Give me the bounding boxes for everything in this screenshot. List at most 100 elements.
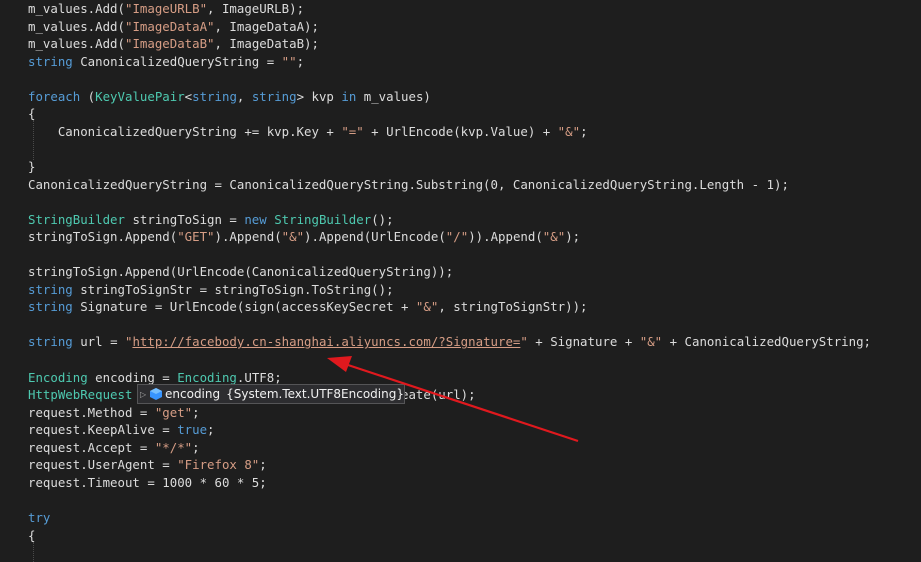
code-line[interactable]: CanonicalizedQueryString += kvp.Key + "=… xyxy=(28,123,588,141)
code-token: "/" xyxy=(445,229,469,245)
code-line[interactable]: stringToSign.Append("GET").Append("&").A… xyxy=(28,228,580,246)
code-token: CanonicalizedQueryString += kvp.Key + xyxy=(28,123,342,139)
code-token: "=" xyxy=(341,123,364,139)
code-token: { xyxy=(28,527,36,543)
code-token: "GET" xyxy=(177,229,215,245)
code-token: "ImageDataB" xyxy=(124,36,215,52)
code-token: "" xyxy=(281,53,297,69)
code-token: } xyxy=(28,158,36,174)
code-token: .UTF8; xyxy=(236,369,282,385)
code-line[interactable]: request.KeepAlive = true; xyxy=(28,421,215,439)
code-line[interactable]: { xyxy=(28,527,35,545)
code-token: request.Method = xyxy=(28,404,155,420)
code-token: > kvp xyxy=(296,88,342,104)
code-line[interactable]: m_values.Add("ImageURLB", ImageURLB); xyxy=(28,0,304,18)
code-token: m_values.Add( xyxy=(28,1,125,16)
code-token: Signature = UrlEncode(sign(accessKeySecr… xyxy=(72,299,416,315)
code-token: + CanonicalizedQueryString; xyxy=(662,334,872,350)
code-token: "&" xyxy=(557,123,581,139)
code-token: encoding = xyxy=(87,369,178,385)
indent-guide-try xyxy=(33,542,34,562)
code-token: url = xyxy=(72,334,125,350)
code-line[interactable]: } xyxy=(28,158,35,176)
code-token: ( xyxy=(80,88,96,104)
datatip-label: encoding xyxy=(165,387,221,401)
code-token: string xyxy=(28,281,73,297)
datatip-encoding[interactable]: ▷ encoding {System.Text.UTF8Encoding} xyxy=(137,384,405,404)
code-line[interactable]: m_values.Add("ImageDataA", ImageDataA); xyxy=(28,18,319,36)
code-token: "&" xyxy=(639,334,663,350)
code-line[interactable]: string stringToSignStr = stringToSign.To… xyxy=(28,281,394,299)
code-line[interactable]: try xyxy=(28,509,50,527)
code-line[interactable]: stringToSign.Append(UrlEncode(Canonicali… xyxy=(28,263,453,281)
code-editor[interactable]: m_values.Add("ImageURLB", ImageURLB); m_v… xyxy=(0,0,921,562)
code-token[interactable]: http://facebody.cn-shanghai.aliyuncs.com… xyxy=(132,334,520,349)
code-token: CanonicalizedQueryString = Canonicalized… xyxy=(28,176,789,192)
code-token: CanonicalizedQueryString = xyxy=(72,53,282,69)
code-token: , stringToSignStr)); xyxy=(438,299,588,315)
code-token: ).Append(UrlEncode( xyxy=(304,229,446,245)
code-token: HttpWebRequest xyxy=(28,387,133,403)
code-token: "ImageURLB" xyxy=(124,1,208,16)
code-token: ; xyxy=(296,53,305,69)
code-token: ; xyxy=(207,422,215,438)
code-token: m_values.Add( xyxy=(28,18,125,34)
code-token: stringToSignStr = stringToSign.ToString(… xyxy=(72,281,394,297)
code-token: m_values) xyxy=(356,88,431,104)
code-line[interactable]: request.Timeout = 1000 * 60 * 5; xyxy=(28,474,267,492)
code-line[interactable]: string url = "http://facebody.cn-shangha… xyxy=(28,333,871,351)
code-token: stringToSign.Append( xyxy=(28,229,178,245)
code-token: string xyxy=(251,88,297,104)
code-token: ; xyxy=(259,457,267,473)
code-token: request.Accept = xyxy=(28,439,155,455)
code-token: , ImageDataB); xyxy=(214,36,319,52)
code-line[interactable]: m_values.Add("ImageDataB", ImageDataB); xyxy=(28,35,319,53)
indent-guide-foreach xyxy=(33,120,34,160)
code-token: in xyxy=(341,88,357,104)
code-token: string xyxy=(28,334,73,350)
code-token: )).Append( xyxy=(468,229,543,245)
code-token: request.UserAgent = xyxy=(28,457,178,473)
code-token: " xyxy=(520,334,528,350)
code-line[interactable]: request.Accept = "*/*"; xyxy=(28,439,200,457)
code-token: new xyxy=(244,211,267,227)
code-token: string xyxy=(28,53,73,69)
code-token: ).Append( xyxy=(214,229,282,245)
code-token: m_values.Add( xyxy=(28,36,125,52)
datatip-value: {System.Text.UTF8Encoding} xyxy=(226,387,404,401)
code-token: "ImageDataA" xyxy=(124,18,215,34)
code-token: KeyValuePair xyxy=(95,88,185,104)
code-token: StringBuilder xyxy=(274,211,372,227)
code-line[interactable]: CanonicalizedQueryString = Canonicalized… xyxy=(28,176,789,194)
code-token: string xyxy=(28,299,73,315)
code-line[interactable]: foreach (KeyValuePair<string, string> kv… xyxy=(28,88,431,106)
code-token: "&" xyxy=(415,299,439,315)
code-token: true xyxy=(177,422,208,438)
code-line[interactable]: StringBuilder stringToSign = new StringB… xyxy=(28,211,394,229)
code-token: "get" xyxy=(154,404,193,420)
code-token: , xyxy=(236,88,252,104)
object-icon xyxy=(148,387,163,401)
code-token: stringToSign.Append(UrlEncode(Canonicali… xyxy=(28,264,454,280)
code-token: Encoding xyxy=(28,369,88,385)
annotation-arrow-head xyxy=(327,356,352,372)
code-token: { xyxy=(28,106,36,122)
expand-arrow-icon[interactable]: ▷ xyxy=(138,390,148,399)
code-line[interactable]: string Signature = UrlEncode(sign(access… xyxy=(28,298,588,316)
code-token: , ImageDataA); xyxy=(214,18,319,34)
code-token: ; xyxy=(580,123,588,139)
code-token: , ImageURLB); xyxy=(207,1,305,16)
code-token: reate(url); xyxy=(393,387,476,403)
code-line[interactable]: request.Method = "get"; xyxy=(28,404,200,422)
code-token: try xyxy=(28,509,51,525)
code-token: "Firefox 8" xyxy=(177,457,260,473)
code-line[interactable]: string CanonicalizedQueryString = ""; xyxy=(28,53,304,71)
code-line[interactable]: request.UserAgent = "Firefox 8"; xyxy=(28,456,267,474)
code-token: request.Timeout = 1000 * 60 * 5; xyxy=(28,474,267,490)
code-token: request.KeepAlive = xyxy=(28,422,178,438)
code-token: "&" xyxy=(281,229,305,245)
code-token: ); xyxy=(565,229,581,245)
code-line[interactable]: { xyxy=(28,105,35,123)
code-token: string xyxy=(192,88,237,104)
code-token: + Signature + xyxy=(527,334,640,350)
